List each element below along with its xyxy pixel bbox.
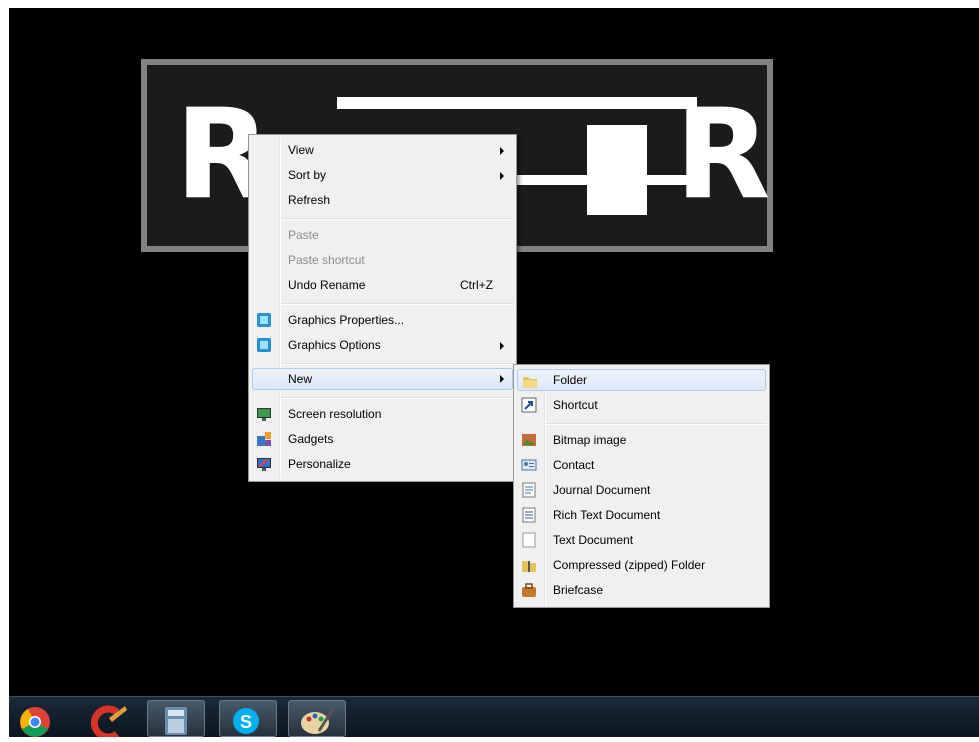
menu-item-label: Journal Document: [553, 483, 651, 497]
menu-item-label: Bitmap image: [553, 433, 627, 447]
menu-item-sort-by[interactable]: Sort by: [252, 164, 513, 186]
menu-separator: [281, 303, 513, 305]
menu-item-view[interactable]: View: [252, 139, 513, 161]
menu-item-label: View: [288, 143, 314, 157]
menu-item-label: Folder: [553, 373, 588, 387]
briefcase-icon: [521, 582, 537, 598]
submenu-item-compressed-folder[interactable]: Compressed (zipped) Folder: [517, 554, 766, 576]
submenu-arrow-icon: [500, 342, 504, 350]
journal-icon: [521, 482, 537, 498]
menu-item-label: Screen resolution: [288, 407, 382, 421]
submenu-item-rich-text-document[interactable]: Rich Text Document: [517, 504, 766, 526]
menu-item-shortcut: Ctrl+Z: [460, 278, 493, 292]
taskbar: S: [9, 696, 979, 741]
folder-icon: [522, 373, 538, 389]
menu-separator: [546, 423, 766, 425]
menu-item-label: Personalize: [288, 457, 351, 471]
menu-item-label: Graphics Properties...: [288, 313, 405, 327]
new-submenu: Folder Shortcut Bitmap image Contact Jou…: [513, 364, 770, 608]
intel-graphics-icon: [256, 312, 272, 328]
menu-item-label: Briefcase: [553, 583, 604, 597]
menu-separator: [281, 363, 513, 365]
submenu-item-contact[interactable]: Contact: [517, 454, 766, 476]
menu-item-label: Undo Rename: [288, 278, 366, 292]
submenu-arrow-icon: [500, 375, 504, 383]
skype-icon: S: [220, 708, 276, 740]
chrome-icon: [9, 707, 67, 741]
submenu-item-folder[interactable]: Folder: [517, 369, 766, 391]
menu-item-gadgets[interactable]: Gadgets: [252, 428, 513, 450]
menu-item-label: Rich Text Document: [553, 508, 661, 522]
wallpaper-letter: R: [675, 83, 771, 227]
submenu-item-briefcase[interactable]: Briefcase: [517, 579, 766, 601]
menu-item-label: Paste: [288, 228, 319, 242]
menu-item-label: Graphics Options: [288, 338, 381, 352]
taskbar-skype[interactable]: S: [219, 700, 277, 737]
menu-item-label: Text Document: [553, 533, 634, 547]
bitmap-icon: [521, 432, 537, 448]
submenu-item-bitmap-image[interactable]: Bitmap image: [517, 429, 766, 451]
submenu-item-text-document[interactable]: Text Document: [517, 529, 766, 551]
menu-item-refresh[interactable]: Refresh: [252, 189, 513, 211]
rich-text-icon: [521, 507, 537, 523]
taskbar-chrome[interactable]: [9, 700, 67, 737]
menu-item-paste[interactable]: Paste: [252, 224, 513, 246]
taskbar-ccleaner[interactable]: [79, 700, 137, 741]
menu-separator: [281, 397, 513, 399]
menu-item-label: Refresh: [288, 193, 331, 207]
menu-item-personalize[interactable]: Personalize: [252, 453, 513, 475]
calculator-icon: [148, 707, 204, 740]
personalize-icon: [256, 456, 272, 472]
paint-icon: [289, 708, 345, 740]
menu-item-label: Contact: [553, 458, 595, 472]
taskbar-calculator[interactable]: [147, 700, 205, 737]
submenu-arrow-icon: [500, 147, 504, 155]
submenu-arrow-icon: [500, 172, 504, 180]
menu-item-label: Sort by: [288, 168, 327, 182]
menu-item-paste-shortcut[interactable]: Paste shortcut: [252, 249, 513, 271]
monitor-icon: [256, 406, 272, 422]
menu-item-label: Shortcut: [553, 398, 598, 412]
menu-item-label: Paste shortcut: [288, 253, 365, 267]
menu-item-graphics-options[interactable]: Graphics Options: [252, 334, 513, 356]
menu-item-label: Compressed (zipped) Folder: [553, 558, 706, 572]
taskbar-paint[interactable]: [288, 700, 346, 737]
menu-item-label: New: [288, 372, 313, 386]
menu-separator: [281, 218, 513, 220]
desktop-context-menu: View Sort by Refresh Paste Paste shortcu…: [248, 134, 517, 482]
ccleaner-icon: [79, 705, 137, 741]
menu-item-label: Gadgets: [288, 432, 334, 446]
menu-item-new[interactable]: New: [252, 368, 513, 390]
menu-item-screen-resolution[interactable]: Screen resolution: [252, 403, 513, 425]
wallpaper-letter-block: [587, 125, 647, 215]
gadgets-icon: [256, 431, 272, 447]
menu-item-graphics-properties[interactable]: Graphics Properties...: [252, 309, 513, 331]
shortcut-icon: [521, 397, 537, 413]
contact-icon: [521, 457, 537, 473]
text-document-icon: [521, 532, 537, 548]
zip-folder-icon: [521, 557, 537, 573]
svg-text:S: S: [240, 712, 252, 732]
menu-item-undo-rename[interactable]: Undo Rename Ctrl+Z: [252, 274, 513, 296]
submenu-item-journal-document[interactable]: Journal Document: [517, 479, 766, 501]
wallpaper-stripe: [337, 97, 697, 109]
intel-graphics-icon: [256, 337, 272, 353]
submenu-item-shortcut[interactable]: Shortcut: [517, 394, 766, 416]
